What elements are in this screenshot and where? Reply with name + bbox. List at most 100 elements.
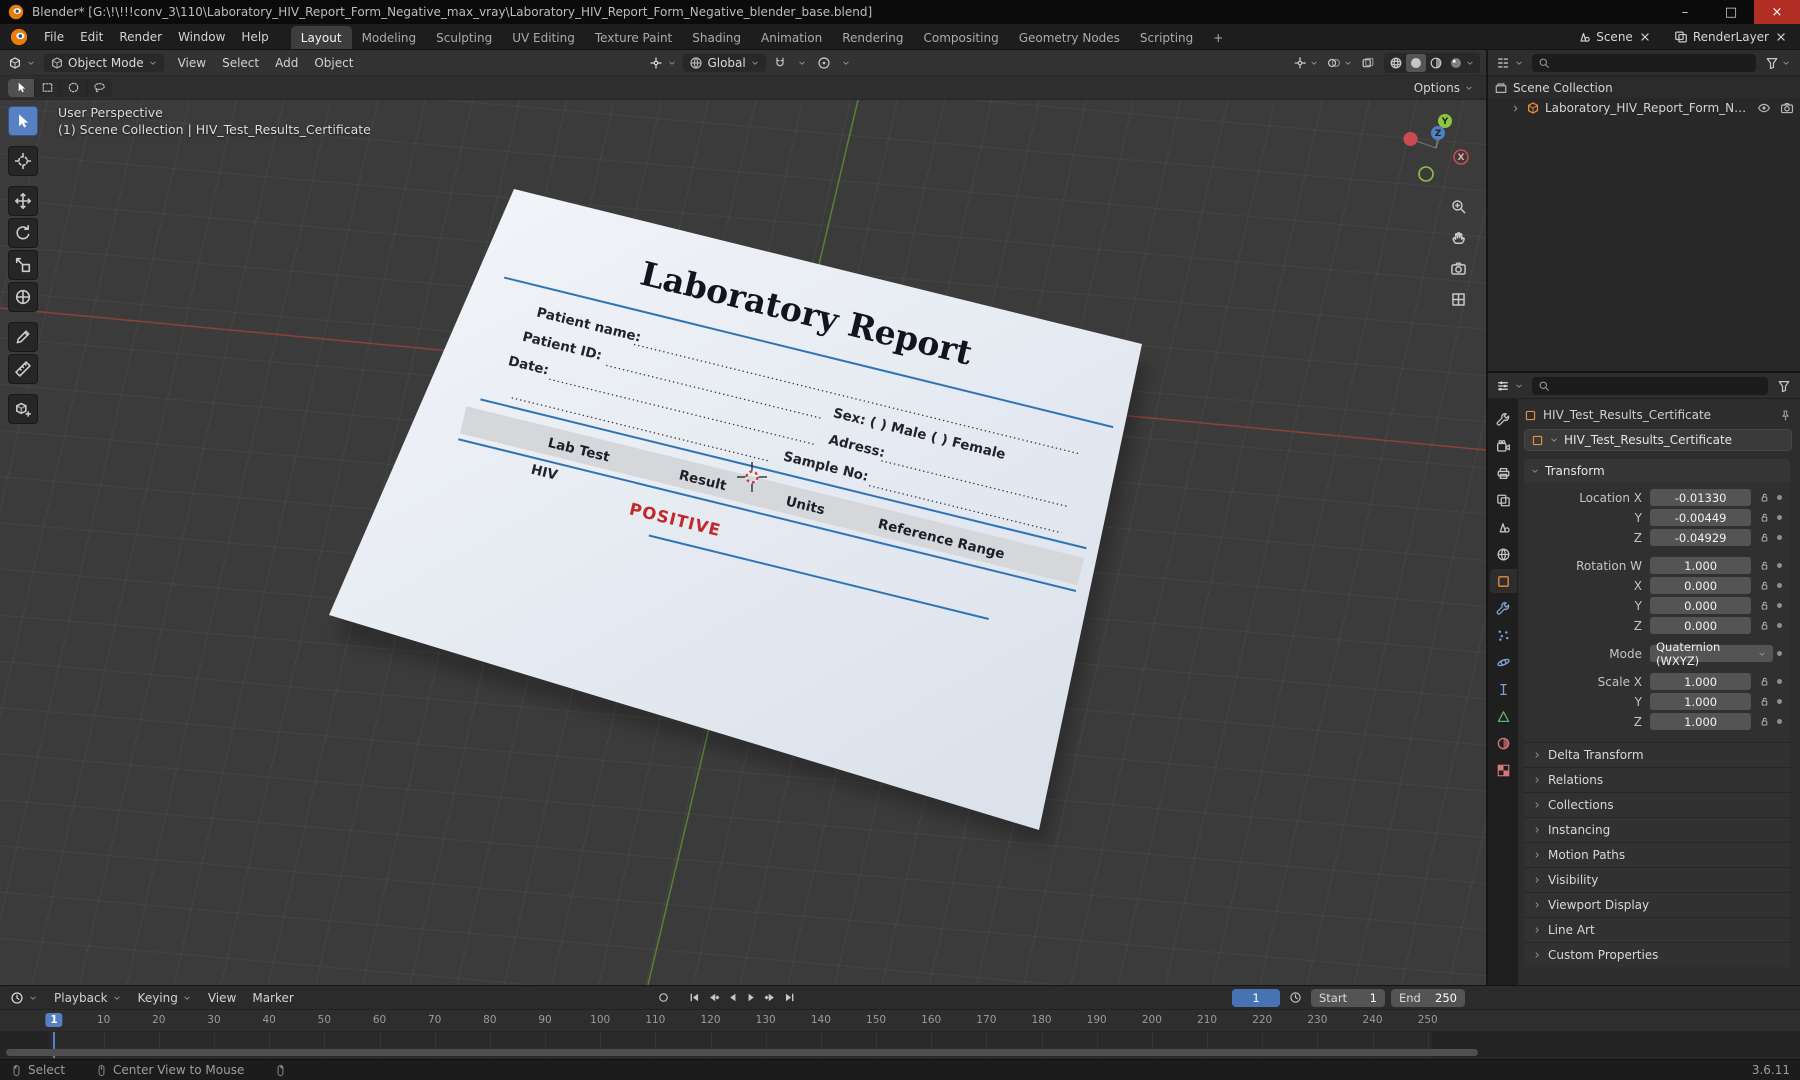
lock-toggle[interactable] xyxy=(1755,580,1773,591)
jump-to-start-button[interactable] xyxy=(686,989,703,1006)
transform-field-y-1[interactable]: -0.00449 xyxy=(1650,509,1752,526)
proportional-edit-toggle[interactable] xyxy=(814,54,834,72)
proportional-falloff[interactable] xyxy=(838,56,854,70)
gizmo-x-neg-axis[interactable] xyxy=(1403,132,1418,146)
timeline-menu-keying[interactable]: Keying xyxy=(130,988,200,1008)
transform-field-mode[interactable]: Quaternion (WXYZ) xyxy=(1650,640,1774,668)
properties-tab-data[interactable] xyxy=(1490,704,1517,728)
show-gizmo-toggle[interactable] xyxy=(1290,54,1322,72)
start-frame-field[interactable]: Start 1 xyxy=(1311,988,1385,1007)
lock-toggle[interactable] xyxy=(1755,560,1773,571)
animate-toggle[interactable] xyxy=(1773,651,1786,656)
workspace-tab-layout[interactable]: Layout xyxy=(290,26,352,49)
properties-tab-modifiers[interactable] xyxy=(1490,596,1517,620)
workspace-tab-compositing[interactable]: Compositing xyxy=(913,26,1008,49)
viewport-menu-select[interactable]: Select xyxy=(214,53,267,73)
properties-tab-particles[interactable] xyxy=(1490,623,1517,647)
properties-filter-button[interactable] xyxy=(1774,377,1794,395)
select-mode-circle[interactable] xyxy=(60,78,86,97)
xray-toggle[interactable] xyxy=(1358,54,1378,72)
transform-field-y-9[interactable]: 1.000 xyxy=(1650,693,1752,710)
navigation-gizmo[interactable]: Y Z X xyxy=(1398,108,1474,184)
scene-unlink-icon[interactable] xyxy=(1638,30,1652,44)
properties-tab-output[interactable] xyxy=(1490,461,1517,485)
playhead[interactable]: 1 xyxy=(45,1013,63,1027)
tool-scale[interactable] xyxy=(8,250,38,280)
jump-to-end-button[interactable] xyxy=(781,989,798,1006)
animate-toggle[interactable] xyxy=(1773,515,1786,520)
next-keyframe-button[interactable] xyxy=(762,989,779,1006)
tool-tweak-select[interactable] xyxy=(8,106,38,136)
lock-toggle[interactable] xyxy=(1755,716,1773,727)
properties-tab-world[interactable] xyxy=(1490,542,1517,566)
panel-delta-transform[interactable]: Delta Transform xyxy=(1524,742,1790,767)
animate-toggle[interactable] xyxy=(1773,623,1786,628)
workspace-tab-uv-editing[interactable]: UV Editing xyxy=(502,26,585,49)
transform-field-location-x-0[interactable]: -0.01330 xyxy=(1650,489,1752,506)
properties-tab-view-layer[interactable] xyxy=(1490,488,1517,512)
blender-menu-icon[interactable] xyxy=(10,28,28,46)
menu-file[interactable]: File xyxy=(36,27,72,47)
view-layer-unlink-icon[interactable] xyxy=(1774,30,1788,44)
pan-control[interactable] xyxy=(1448,227,1468,247)
properties-search-input[interactable] xyxy=(1532,376,1768,395)
mode-selector[interactable]: Object Mode xyxy=(44,53,164,72)
workspace-tab-rendering[interactable]: Rendering xyxy=(832,26,913,49)
shading-wireframe-button[interactable] xyxy=(1386,54,1406,72)
panel-visibility[interactable]: Visibility xyxy=(1524,867,1790,892)
timeline-scrollbar[interactable] xyxy=(6,1049,1478,1056)
viewport-menu-view[interactable]: View xyxy=(170,53,214,73)
transform-field-z-6[interactable]: 0.000 xyxy=(1650,617,1752,634)
workspace-tab-sculpting[interactable]: Sculpting xyxy=(426,26,502,49)
panel-instancing[interactable]: Instancing xyxy=(1524,817,1790,842)
menu-help[interactable]: Help xyxy=(233,27,276,47)
animate-toggle[interactable] xyxy=(1773,535,1786,540)
menu-window[interactable]: Window xyxy=(170,27,233,47)
timeline-editor-type[interactable] xyxy=(8,989,40,1007)
show-overlays-toggle[interactable] xyxy=(1324,54,1356,72)
end-frame-field[interactable]: End 250 xyxy=(1391,988,1465,1007)
properties-tab-constraints[interactable] xyxy=(1490,677,1517,701)
auto-keying-toggle[interactable] xyxy=(655,989,672,1006)
properties-tab-object[interactable] xyxy=(1489,569,1517,593)
workspace-tab-modeling[interactable]: Modeling xyxy=(352,26,427,49)
workspace-tab-item[interactable]: + xyxy=(1203,26,1233,49)
properties-editor-type[interactable] xyxy=(1494,377,1526,395)
options-button[interactable]: Options xyxy=(1414,81,1478,95)
pin-icon[interactable] xyxy=(1779,409,1792,422)
panel-viewport-display[interactable]: Viewport Display xyxy=(1524,892,1790,917)
hide-in-viewport-toggle[interactable] xyxy=(1757,101,1771,115)
viewport-menu-object[interactable]: Object xyxy=(306,53,361,73)
close-button[interactable]: × xyxy=(1754,0,1800,24)
properties-tab-physics[interactable] xyxy=(1490,650,1517,674)
lock-toggle[interactable] xyxy=(1755,512,1773,523)
animate-toggle[interactable] xyxy=(1773,563,1786,568)
properties-tab-texture[interactable] xyxy=(1490,758,1517,782)
select-mode-lasso[interactable] xyxy=(86,78,112,97)
workspace-tab-scripting[interactable]: Scripting xyxy=(1130,26,1203,49)
animate-toggle[interactable] xyxy=(1773,719,1786,724)
transform-field-rotation-w-3[interactable]: 1.000 xyxy=(1650,557,1752,574)
panel-line-art[interactable]: Line Art xyxy=(1524,917,1790,942)
tool-measure[interactable] xyxy=(8,354,38,384)
properties-tab-render[interactable] xyxy=(1490,434,1517,458)
tool-cursor[interactable] xyxy=(8,146,38,176)
tool-transform[interactable] xyxy=(8,282,38,312)
panel-custom-properties[interactable]: Custom Properties xyxy=(1524,942,1790,967)
gizmo-y-neg-axis[interactable] xyxy=(1418,166,1434,182)
timeline-menu-playback[interactable]: Playback xyxy=(46,988,130,1008)
tool-annotate[interactable] xyxy=(8,322,38,352)
transform-field-z-10[interactable]: 1.000 xyxy=(1650,713,1752,730)
disable-in-renders-toggle[interactable] xyxy=(1780,101,1794,115)
transform-field-scale-x-8[interactable]: 1.000 xyxy=(1650,673,1752,690)
select-mode-tweak[interactable] xyxy=(8,78,34,97)
lock-toggle[interactable] xyxy=(1755,532,1773,543)
properties-tab-material[interactable] xyxy=(1490,731,1517,755)
lock-toggle[interactable] xyxy=(1755,620,1773,631)
select-mode-box[interactable] xyxy=(34,78,60,97)
transform-field-y-5[interactable]: 0.000 xyxy=(1650,597,1752,614)
panel-collections[interactable]: Collections xyxy=(1524,792,1790,817)
outliner-editor-type[interactable] xyxy=(1494,54,1526,72)
panel-relations[interactable]: Relations xyxy=(1524,767,1790,792)
menu-render[interactable]: Render xyxy=(111,27,170,47)
